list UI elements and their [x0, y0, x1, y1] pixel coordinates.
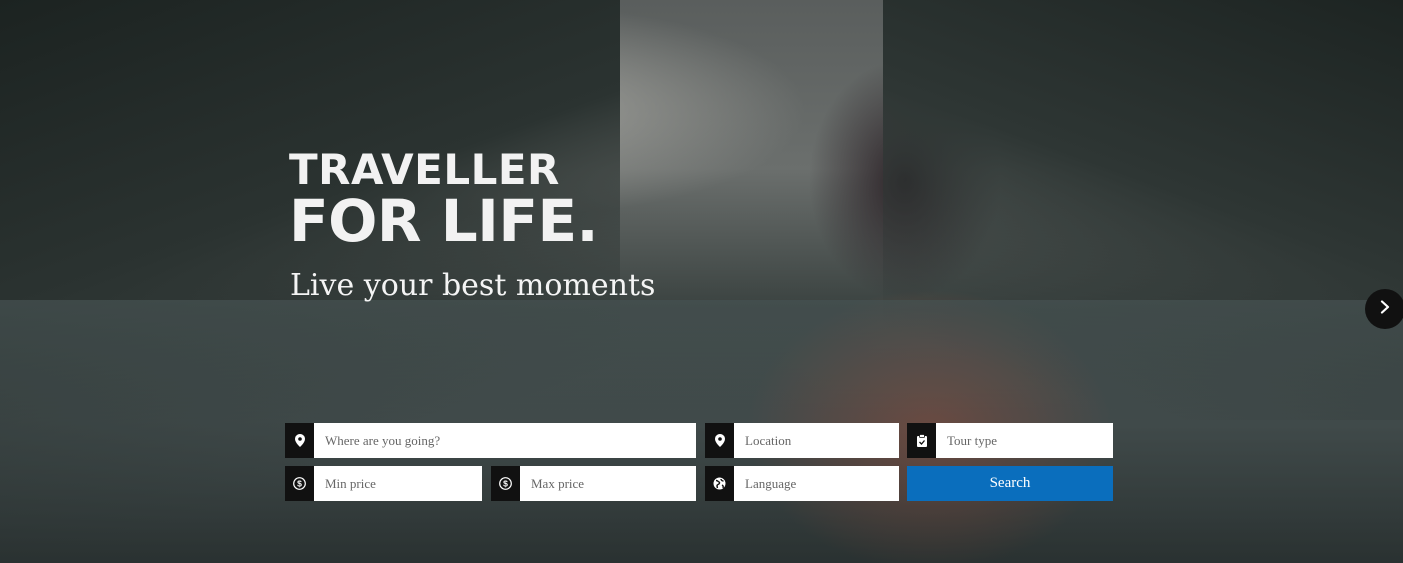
tour-type-input[interactable]	[936, 423, 1113, 458]
location-field	[705, 423, 899, 458]
headline-line-1: TRAVELLER	[289, 145, 560, 194]
svg-text:$: $	[503, 479, 508, 489]
globe-icon	[705, 466, 734, 501]
slider-next-button[interactable]	[1365, 289, 1403, 329]
svg-text:$: $	[297, 479, 302, 489]
destination-field	[285, 423, 696, 458]
hero-section: TRAVELLER FOR LIFE. Live your best momen…	[0, 0, 1403, 563]
tour-type-field	[907, 423, 1113, 458]
min-price-field: $	[285, 466, 482, 501]
dollar-coin-icon: $	[491, 466, 520, 501]
clipboard-check-icon	[907, 423, 936, 458]
chevron-right-icon	[1379, 299, 1391, 319]
map-pin-icon	[705, 423, 734, 458]
headline-line-2: FOR LIFE.	[289, 187, 599, 255]
hero-headline: TRAVELLER FOR LIFE.	[289, 145, 599, 255]
search-button[interactable]: Search	[907, 466, 1113, 501]
language-input[interactable]	[734, 466, 899, 501]
destination-input[interactable]	[314, 423, 696, 458]
min-price-input[interactable]	[314, 466, 482, 501]
dollar-coin-icon: $	[285, 466, 314, 501]
max-price-input[interactable]	[520, 466, 696, 501]
location-input[interactable]	[734, 423, 899, 458]
language-field	[705, 466, 899, 501]
hero-subheadline: Live your best moments	[290, 268, 656, 303]
background-lake	[0, 300, 1403, 563]
map-pin-icon	[285, 423, 314, 458]
max-price-field: $	[491, 466, 696, 501]
